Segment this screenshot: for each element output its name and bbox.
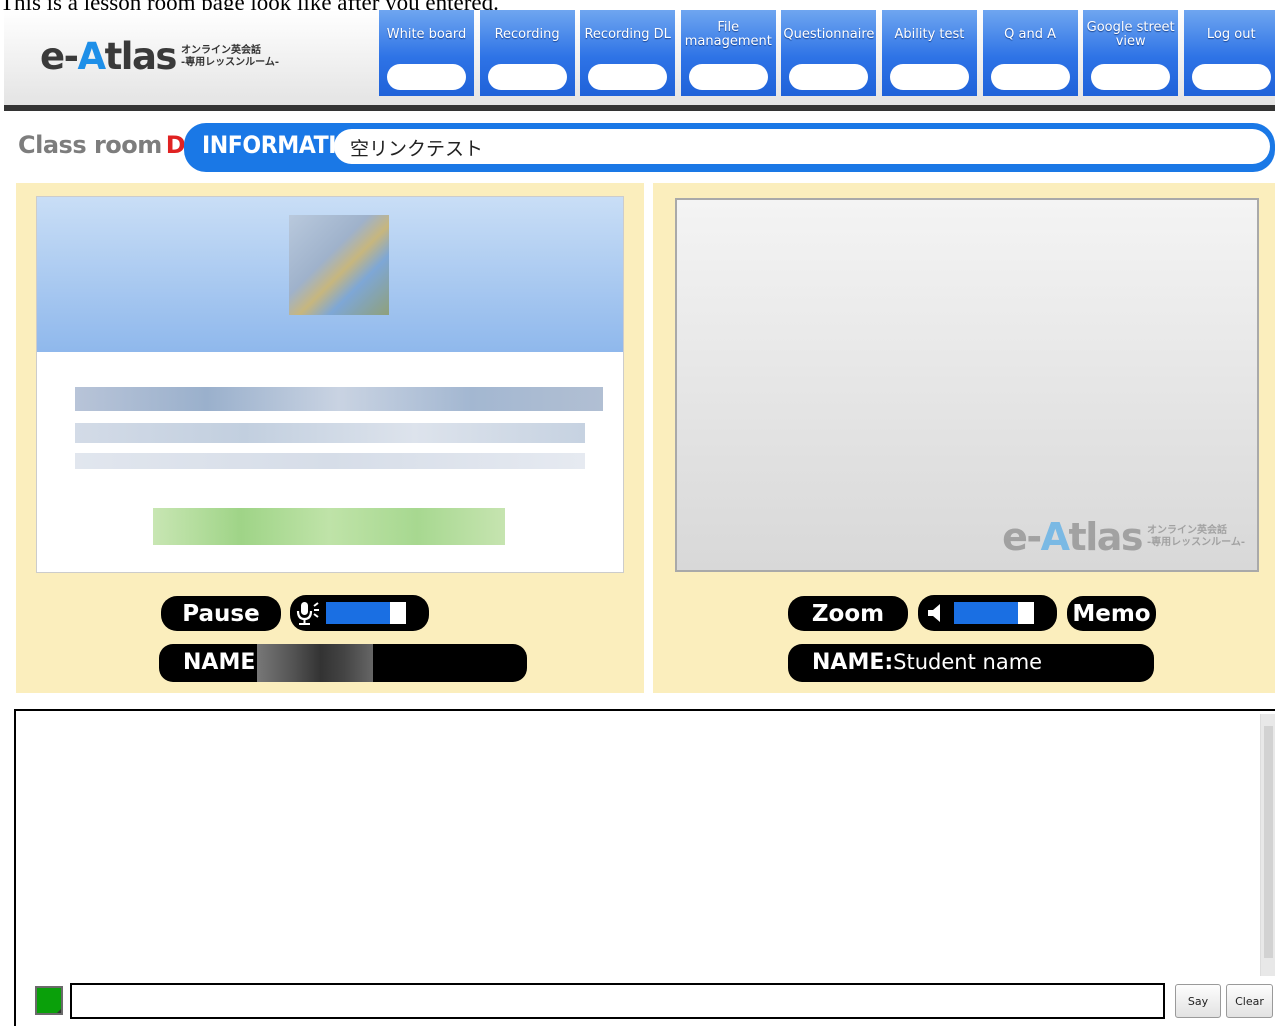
nav-label: White board [386, 27, 467, 42]
nav-indicator [487, 64, 567, 90]
nav-label: File management [684, 20, 772, 49]
logo-wordmark: e-Atlas [40, 35, 177, 78]
blurred-text-line [75, 453, 585, 469]
speaker-icon [926, 602, 948, 628]
speaker-volume-slider[interactable] [918, 595, 1057, 631]
teacher-panel: Pause NAME: [16, 183, 644, 693]
blurred-text-line [75, 423, 585, 443]
pause-button[interactable]: Pause [161, 596, 281, 631]
classroom-title: Class room D [18, 131, 186, 159]
student-panel: e-Atlas オンライン英会話 -専用レッスンルーム- Zoom Memo NA… [653, 183, 1275, 693]
chat-scroll-thumb[interactable] [1264, 726, 1273, 958]
student-name-value: Student name [893, 650, 1043, 674]
information-text: 空リンクテスト [334, 129, 1270, 164]
logo: e-Atlas オンライン英会話 -専用レッスンルーム- [40, 38, 279, 75]
nav-label: Google street view [1086, 20, 1175, 49]
nav-label: Questionnaire [783, 27, 875, 42]
nav-recording-button[interactable]: Recording [479, 10, 575, 96]
nav-indicator [588, 64, 668, 90]
blurred-button [153, 508, 505, 545]
nav-indicator [1091, 64, 1171, 90]
teacher-name-label: NAME: [159, 644, 527, 682]
lesson-room-page: This is a lesson room page look like aft… [0, 0, 1275, 1026]
nav-log-out-button[interactable]: Log out [1183, 10, 1275, 96]
nav-q-and-a-button[interactable]: Q and A [982, 10, 1078, 96]
nav-indicator [889, 64, 969, 90]
logo-subtitle: オンライン英会話 -専用レッスンルーム- [180, 44, 279, 68]
classroom-letter: D [165, 131, 186, 159]
nav-indicator [1191, 64, 1271, 90]
volume-level-handle[interactable] [1018, 602, 1034, 624]
top-nav: White board Recording Recording DL File … [379, 10, 1275, 96]
student-name-label: NAME:Student name [788, 644, 1154, 682]
information-bar: INFORMATION 空リンクテスト [184, 123, 1275, 172]
chat-scrollbar[interactable] [1260, 714, 1275, 976]
nav-label: Recording [494, 27, 560, 42]
text-color-picker[interactable] [35, 986, 63, 1015]
memo-button[interactable]: Memo [1067, 596, 1156, 631]
mic-level-bar [326, 602, 398, 624]
clear-button[interactable]: Clear [1226, 984, 1273, 1018]
nav-recording-dl-button[interactable]: Recording DL [580, 10, 676, 96]
nav-white-board-button[interactable]: White board [379, 10, 474, 96]
nav-indicator [688, 64, 768, 90]
mic-level-handle[interactable] [390, 602, 406, 624]
teacher-video [36, 196, 624, 573]
header-divider [4, 105, 1275, 111]
redacted-name [257, 644, 373, 682]
mic-volume-slider[interactable] [290, 595, 429, 631]
nav-label: Log out [1206, 27, 1256, 42]
microphone-icon [296, 600, 324, 630]
volume-level-bar [954, 602, 1026, 624]
nav-indicator [990, 64, 1070, 90]
blurred-text-line [75, 387, 603, 411]
nav-google-street-view-button[interactable]: Google street view [1083, 10, 1179, 96]
nav-label: Ability test [894, 27, 965, 42]
chat-message-input[interactable] [70, 983, 1165, 1019]
nav-file-management-button[interactable]: File management [680, 10, 776, 96]
say-button[interactable]: Say [1175, 984, 1221, 1018]
nav-indicator [387, 64, 466, 90]
nav-label: Q and A [1004, 27, 1056, 42]
blurred-avatar [289, 215, 389, 315]
student-video: e-Atlas オンライン英会話 -専用レッスンルーム- [675, 198, 1259, 572]
nav-ability-test-button[interactable]: Ability test [881, 10, 977, 96]
zoom-button[interactable]: Zoom [788, 596, 908, 631]
chat-log [14, 709, 1275, 1026]
nav-label: Recording DL [584, 27, 671, 42]
nav-indicator [789, 64, 869, 90]
nav-questionnaire-button[interactable]: Questionnaire [781, 10, 877, 96]
watermark-logo: e-Atlas オンライン英会話 -専用レッスンルーム- [1002, 515, 1245, 559]
